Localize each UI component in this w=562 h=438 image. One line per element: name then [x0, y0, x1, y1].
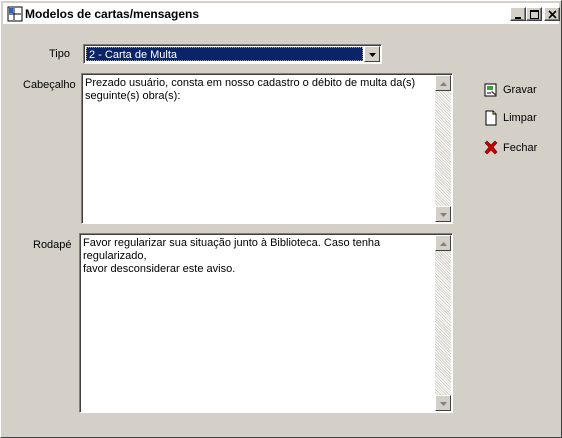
- scroll-up-button[interactable]: [435, 235, 451, 251]
- chevron-down-icon: [369, 53, 376, 57]
- fechar-label: Fechar: [503, 142, 538, 154]
- gravar-label: Gravar: [503, 84, 537, 96]
- tipo-selected-value: 2 - Carta de Multa: [86, 47, 363, 61]
- close-button[interactable]: [544, 7, 560, 21]
- cabecalho-text: Prezado usuário, consta em nosso cadastr…: [85, 77, 416, 102]
- cabecalho-textarea[interactable]: Prezado usuário, consta em nosso cadastr…: [81, 73, 453, 224]
- cabecalho-label: Cabeçalho: [23, 79, 76, 91]
- blank-page-icon: [483, 110, 499, 126]
- rodape-textarea[interactable]: Favor regularizar sua situação junto à B…: [79, 233, 453, 413]
- tipo-label: Tipo: [49, 48, 70, 60]
- arrow-up-icon: [440, 82, 447, 86]
- scroll-down-button[interactable]: [435, 395, 451, 411]
- window-title: Modelos de cartas/mensagens: [25, 7, 200, 21]
- red-x-icon: [483, 140, 499, 156]
- arrow-up-icon: [440, 242, 447, 246]
- cabecalho-scrollbar[interactable]: [435, 75, 451, 222]
- main-window: Modelos de cartas/mensagens Tipo 2 - Car…: [0, 0, 562, 438]
- maximize-button[interactable]: [526, 7, 542, 21]
- tipo-select[interactable]: 2 - Carta de Multa: [83, 44, 382, 64]
- fechar-button[interactable]: Fechar: [483, 138, 537, 158]
- close-icon: [548, 10, 557, 19]
- app-form-icon[interactable]: [7, 6, 23, 22]
- limpar-button[interactable]: Limpar: [483, 108, 537, 128]
- scroll-down-button[interactable]: [435, 206, 451, 222]
- save-icon: [483, 82, 499, 98]
- arrow-down-icon: [440, 402, 447, 406]
- minimize-icon: [515, 17, 521, 19]
- tipo-dropdown-button[interactable]: [364, 46, 380, 62]
- rodape-scrollbar[interactable]: [435, 235, 451, 411]
- minimize-button[interactable]: [510, 7, 526, 21]
- scroll-up-button[interactable]: [435, 75, 451, 91]
- rodape-text: Favor regularizar sua situação junto à B…: [83, 237, 381, 275]
- title-bar[interactable]: Modelos de cartas/mensagens: [3, 3, 560, 25]
- gravar-button[interactable]: Gravar: [483, 80, 537, 100]
- maximize-icon: [530, 10, 539, 19]
- arrow-down-icon: [440, 213, 447, 217]
- limpar-label: Limpar: [503, 112, 537, 124]
- rodape-label: Rodapé: [33, 239, 72, 251]
